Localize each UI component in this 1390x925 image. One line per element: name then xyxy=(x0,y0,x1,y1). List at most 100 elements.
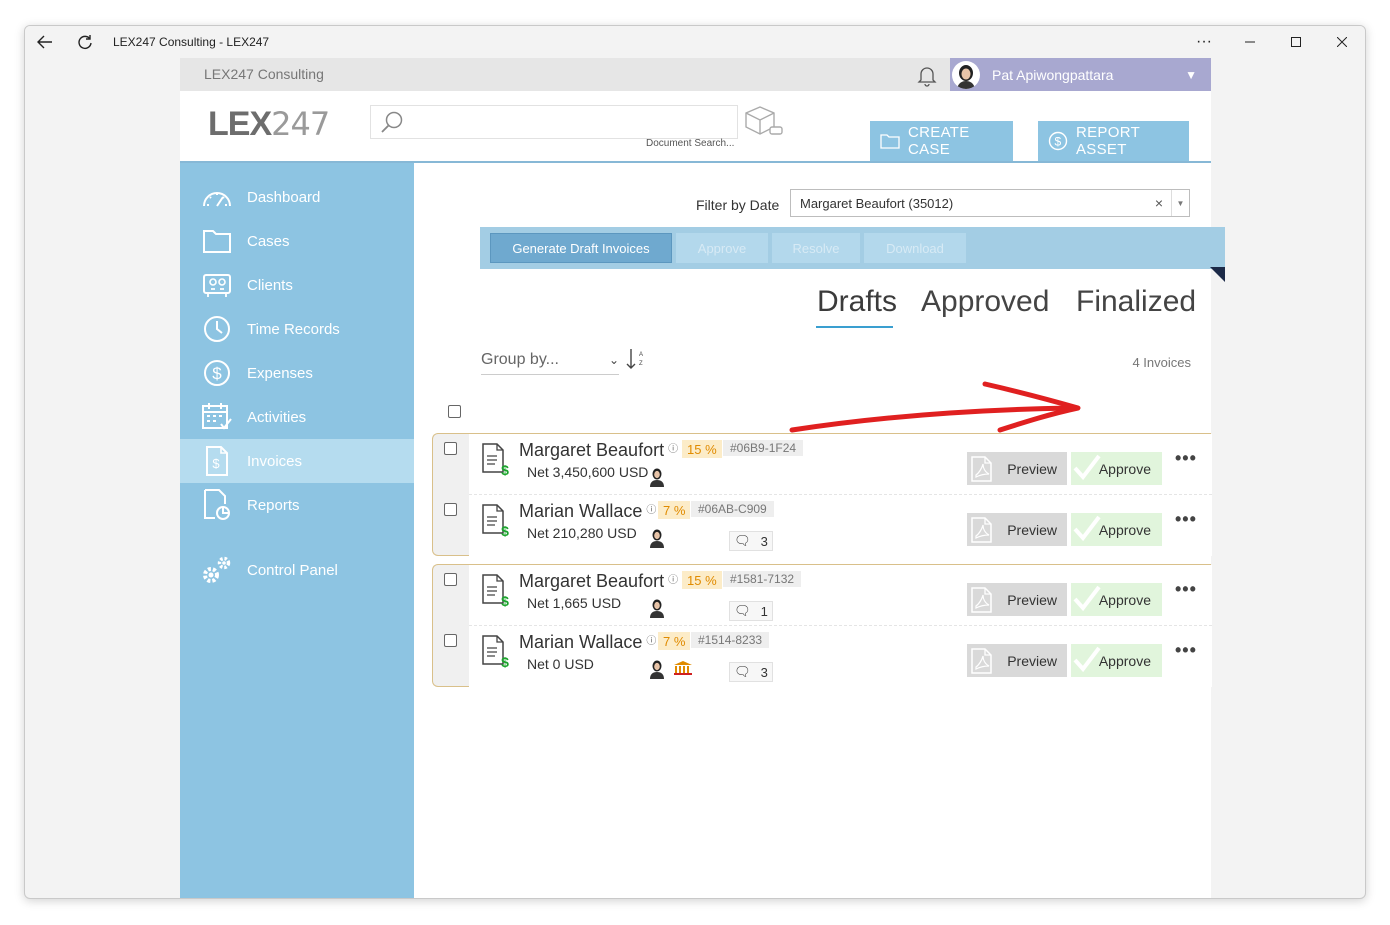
preview-button[interactable]: Preview xyxy=(967,644,1067,677)
net-amount: Net 210,280 USD xyxy=(527,525,637,541)
window-title: LEX247 Consulting - LEX247 xyxy=(113,35,270,49)
document-box-icon[interactable] xyxy=(742,105,784,139)
client-name-text: Marian Wallace xyxy=(519,632,643,652)
table-row[interactable]: $ Marian Wallace ⓘ 7 % #1514-8233 Net 0 U… xyxy=(444,626,1212,687)
logo-thin: 247 xyxy=(271,105,330,143)
dashboard-icon xyxy=(200,180,234,214)
close-button[interactable] xyxy=(1319,26,1365,58)
logo-bold: LEX xyxy=(208,105,272,143)
client-name[interactable]: Margaret Beaufort ⓘ xyxy=(519,571,678,592)
comments-badge[interactable]: 🗨 3 xyxy=(729,531,773,551)
table-row[interactable]: $ Margaret Beaufort ⓘ 15 % #06B9-1F24 Net… xyxy=(444,434,1212,495)
comment-count: 3 xyxy=(760,533,768,549)
percent-badge: 15 % xyxy=(682,571,722,589)
more-options-icon[interactable]: ••• xyxy=(1175,509,1197,530)
chevron-down-icon[interactable]: ▼ xyxy=(1171,190,1189,216)
row-checkbox[interactable] xyxy=(444,442,457,455)
person-icon xyxy=(650,599,664,618)
percent-badge: 15 % xyxy=(682,440,722,458)
title-bar: LEX247 Consulting - LEX247 ··· xyxy=(25,26,1365,58)
create-case-button[interactable]: CREATE CASE xyxy=(870,121,1013,161)
clear-filter-icon[interactable]: × xyxy=(1155,195,1163,211)
sidebar-item-expenses[interactable]: $ Expenses xyxy=(180,351,414,395)
tab-finalized[interactable]: Finalized xyxy=(1076,285,1196,319)
client-name[interactable]: Marian Wallace ⓘ xyxy=(519,501,656,522)
sidebar-item-cases[interactable]: Cases xyxy=(180,219,414,263)
search-input[interactable] xyxy=(370,105,738,139)
select-all-checkbox[interactable] xyxy=(448,405,461,418)
comment-icon: 🗨 xyxy=(734,664,751,679)
filter-select[interactable]: Margaret Beaufort (35012) × ▼ xyxy=(790,189,1190,217)
svg-text:$: $ xyxy=(501,523,509,537)
sidebar-item-clients[interactable]: Clients xyxy=(180,263,414,307)
resolve-button[interactable]: Resolve xyxy=(772,233,860,263)
sort-icon[interactable]: AZ xyxy=(626,347,644,371)
sidebar-item-control-panel[interactable]: Control Panel xyxy=(180,548,414,592)
more-options-button[interactable]: ··· xyxy=(1181,26,1227,58)
table-row[interactable]: $ Marian Wallace ⓘ 7 % #06AB-C909 Net 210… xyxy=(444,495,1212,556)
preview-label: Preview xyxy=(1007,521,1057,538)
approve-button[interactable]: Approve xyxy=(1071,513,1162,546)
report-asset-button[interactable]: $ REPORT ASSET xyxy=(1038,121,1189,161)
person-icon xyxy=(650,660,664,679)
comments-badge[interactable]: 🗨 1 xyxy=(729,601,773,621)
preview-button[interactable]: Preview xyxy=(967,583,1067,616)
download-button[interactable]: Download xyxy=(864,233,966,263)
invoice-icon: $ xyxy=(482,443,509,476)
approve-button[interactable]: Approve xyxy=(676,233,768,263)
sidebar-item-label: Time Records xyxy=(247,320,340,338)
info-icon: ⓘ xyxy=(668,444,679,455)
generate-draft-invoices-button[interactable]: Generate Draft Invoices xyxy=(490,233,672,263)
preview-label: Preview xyxy=(1007,652,1057,669)
approve-label: Approve xyxy=(1098,460,1151,477)
invoice-code: #06B9-1F24 xyxy=(723,440,804,456)
maximize-button[interactable] xyxy=(1273,26,1319,58)
comments-badge[interactable]: 🗨 3 xyxy=(729,662,773,682)
client-name[interactable]: Marian Wallace ⓘ xyxy=(519,632,656,653)
svg-text:$: $ xyxy=(501,462,509,476)
sidebar-item-activities[interactable]: Activities xyxy=(180,395,414,439)
person-icon xyxy=(650,468,664,487)
sidebar-item-label: Reports xyxy=(247,496,300,514)
row-checkbox[interactable] xyxy=(444,573,457,586)
sidebar-item-reports[interactable]: Reports xyxy=(180,483,414,527)
svg-text:$: $ xyxy=(212,364,222,383)
avatar xyxy=(952,60,980,89)
sidebar-item-invoices[interactable]: $ Invoices xyxy=(180,439,414,483)
group-by-select[interactable]: Group by... ⌄ xyxy=(481,351,619,375)
report-icon xyxy=(200,488,234,522)
sidebar-item-time-records[interactable]: Time Records xyxy=(180,307,414,351)
refresh-button[interactable] xyxy=(65,26,105,58)
dollar-icon: $ xyxy=(200,356,234,390)
tab-approved[interactable]: Approved xyxy=(921,285,1049,319)
calendar-icon xyxy=(200,400,234,434)
approve-button[interactable]: Approve xyxy=(1071,644,1162,677)
approve-button[interactable]: Approve xyxy=(1071,583,1162,616)
net-amount: Net 3,450,600 USD xyxy=(527,464,649,480)
client-name[interactable]: Margaret Beaufort ⓘ xyxy=(519,440,678,461)
search-caption: Document Search... xyxy=(646,138,735,149)
invoice-icon: $ xyxy=(482,574,509,607)
app-header: LEX247 Document Search... CREATE CASE $ … xyxy=(180,91,1211,163)
preview-button[interactable]: Preview xyxy=(967,452,1067,485)
row-checkbox[interactable] xyxy=(444,634,457,647)
preview-button[interactable]: Preview xyxy=(967,513,1067,546)
bell-icon[interactable] xyxy=(915,63,939,87)
row-checkbox[interactable] xyxy=(444,503,457,516)
filter-label: Filter by Date xyxy=(696,197,780,213)
more-options-icon[interactable]: ••• xyxy=(1175,448,1197,469)
sidebar-item-label: Control Panel xyxy=(247,561,338,579)
approve-button[interactable]: Approve xyxy=(1071,452,1162,485)
net-amount: Net 0 USD xyxy=(527,656,594,672)
more-options-icon[interactable]: ••• xyxy=(1175,579,1197,600)
sidebar-item-dashboard[interactable]: Dashboard xyxy=(180,175,414,219)
table-row[interactable]: $ Margaret Beaufort ⓘ 15 % #1581-7132 Net… xyxy=(444,565,1212,626)
back-button[interactable] xyxy=(25,26,65,58)
minimize-button[interactable] xyxy=(1227,26,1273,58)
chevron-down-icon: ⌄ xyxy=(608,353,619,367)
pdf-icon xyxy=(971,517,992,543)
group-by-label: Group by... xyxy=(481,351,559,368)
tab-drafts[interactable]: Drafts xyxy=(817,285,897,319)
more-options-icon[interactable]: ••• xyxy=(1175,640,1197,661)
user-menu[interactable]: Pat Apiwongpattara ▼ xyxy=(950,58,1211,91)
